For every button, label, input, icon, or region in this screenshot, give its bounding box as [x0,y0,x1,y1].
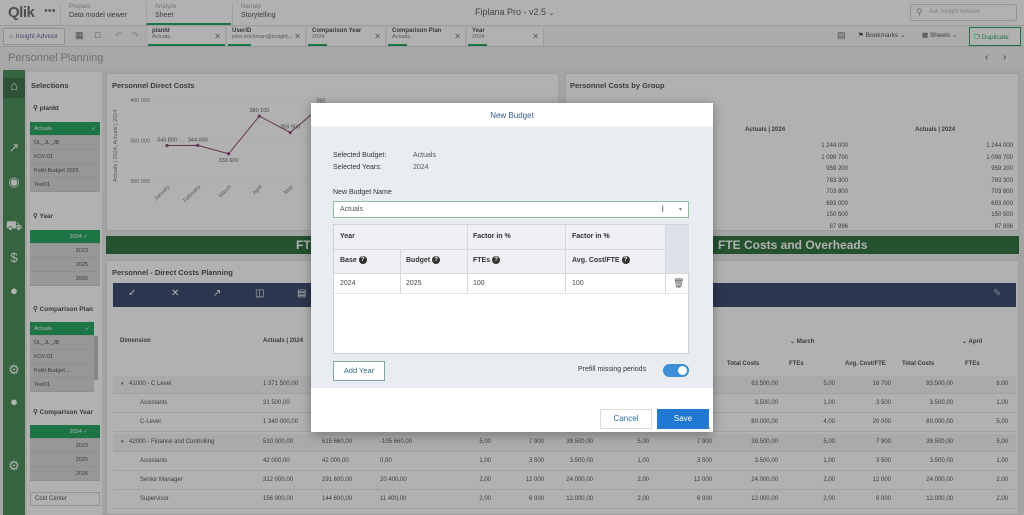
help-icon[interactable]: ? [621,256,630,264]
divider [334,249,665,250]
selected-years-value: 2024 [413,164,429,171]
budget-year-cell[interactable]: 2025 [406,280,422,287]
base-year-cell[interactable]: 2024 [340,280,356,287]
help-icon[interactable]: ? [358,256,367,264]
avg-cost-header: Avg. Cost/FTE? [572,256,630,264]
budget-name-select[interactable]: Actuals I ▾ [333,201,689,218]
factor-group-header: Factor in % [572,233,610,240]
ftes-header-label: FTEs [473,256,491,264]
resize-handle-icon[interactable]: ↘ [705,423,711,431]
budget-name-label: New Budget Name [333,189,392,196]
help-icon[interactable]: ? [432,256,441,264]
divider [565,225,566,293]
toggle-knob [678,366,687,375]
ftes-header: FTEs? [473,256,501,264]
prefill-label: Prefill missing periods [578,366,647,373]
selected-budget-value: Actuals [413,152,436,159]
ftes-factor-cell[interactable]: 100 [473,280,485,287]
new-budget-dialog: New Budget Selected Budget: Actuals Sele… [311,103,713,432]
avg-cost-header-label: Avg. Cost/FTE [572,256,620,264]
selected-budget-label: Selected Budget: [333,152,387,159]
selected-years-label: Selected Years: [333,164,382,171]
trash-icon[interactable]: 🗑 [673,278,684,289]
chevron-down-icon: ▾ [678,207,682,213]
divider [400,249,401,293]
budget-header-label: Budget [406,256,431,264]
budget-years-table: Year Factor in % Factor in % Base? Budge… [333,224,690,354]
budget-name-value: Actuals [340,206,363,213]
table-header-side [665,225,689,273]
divider [665,225,666,293]
factor-group-header: Factor in % [473,233,511,240]
divider [334,273,690,274]
base-header: Base? [340,256,367,264]
year-group-header: Year [340,233,355,240]
divider [334,293,690,294]
cancel-button[interactable]: Cancel [600,409,652,429]
add-year-button[interactable]: Add Year [333,361,385,381]
save-button[interactable]: Save [657,409,709,429]
help-icon[interactable]: ? [492,256,501,264]
dialog-title: New Budget [490,111,534,120]
prefill-toggle[interactable] [663,364,689,377]
base-header-label: Base [340,256,357,264]
avg-cost-factor-cell[interactable]: 100 [572,280,584,287]
text-cursor-icon: I [661,204,664,214]
divider [467,225,468,293]
budget-header: Budget? [406,256,441,264]
